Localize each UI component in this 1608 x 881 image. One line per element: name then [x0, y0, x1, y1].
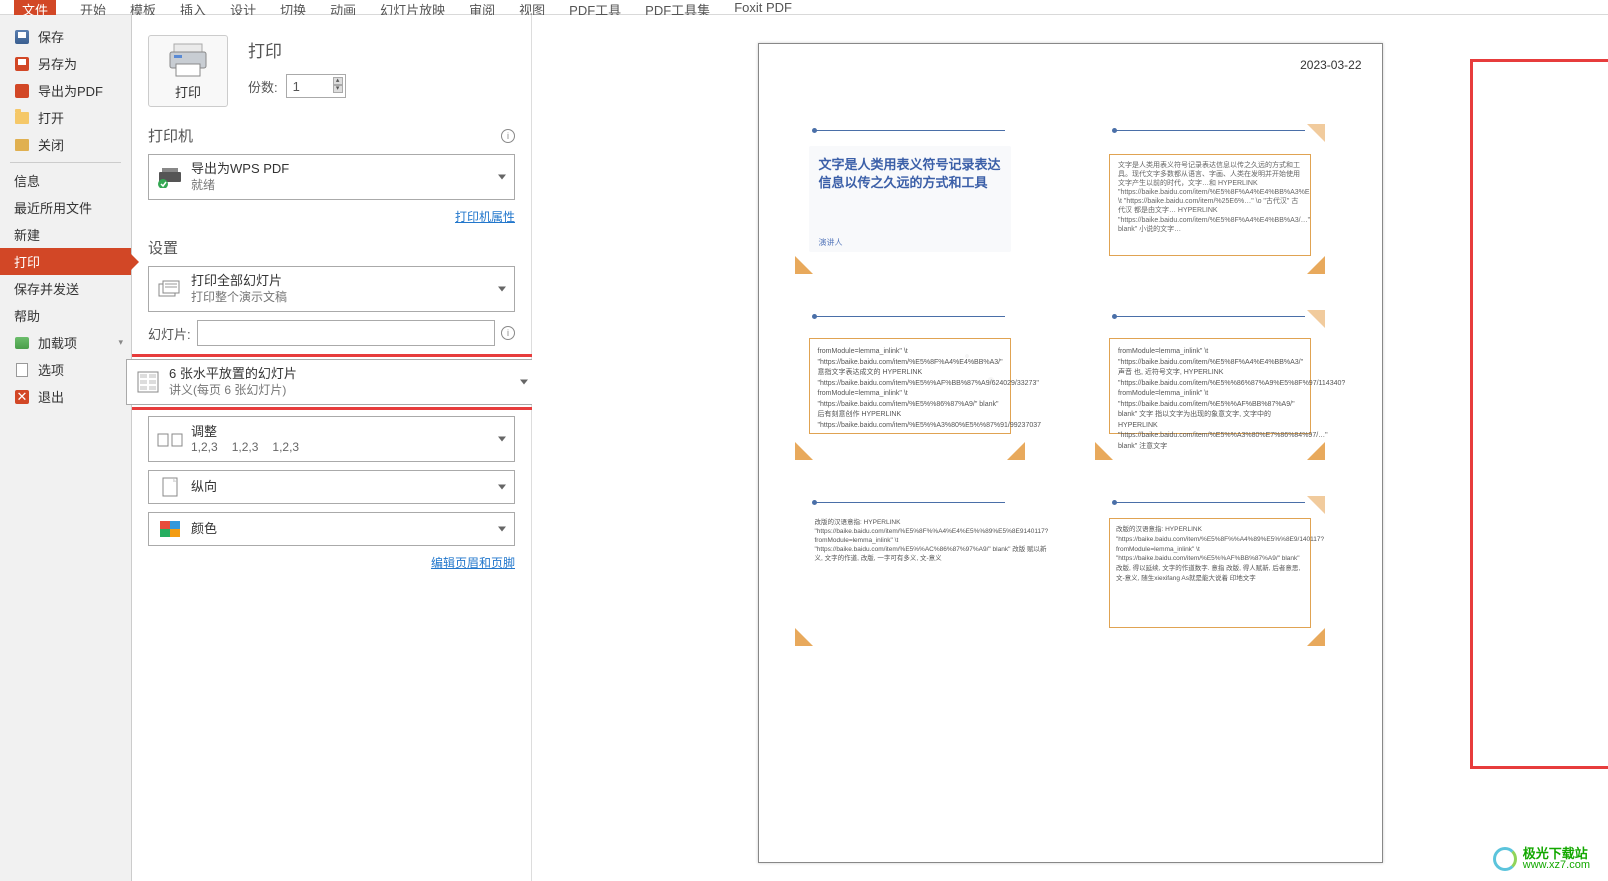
- copies-spinner[interactable]: 1 ▴▾: [286, 74, 346, 98]
- print-range-dropdown[interactable]: 打印全部幻灯片打印整个演示文稿: [148, 266, 515, 312]
- preview-page: 2023-03-22 文字是人类用表义符号记录表达信息以传之久远的方式和工具 演…: [758, 43, 1383, 863]
- color-dropdown[interactable]: 颜色: [148, 512, 515, 546]
- spinner-up-icon[interactable]: ▴: [333, 77, 343, 85]
- printer-section-label: 打印机i: [148, 125, 515, 146]
- sidebar-recent[interactable]: 最近所用文件: [0, 194, 131, 221]
- slides-label: 幻灯片:: [148, 324, 191, 343]
- sidebar-save-send[interactable]: 保存并发送: [0, 275, 131, 302]
- info-icon[interactable]: i: [501, 326, 515, 340]
- save-icon: [14, 29, 30, 45]
- sidebar-print[interactable]: 打印: [0, 248, 131, 275]
- watermark: 极光下载站www.xz7.com: [1493, 847, 1590, 871]
- sidebar-new[interactable]: 新建: [0, 221, 131, 248]
- printer-properties-link[interactable]: 打印机属性: [148, 208, 515, 225]
- handout-6-icon: [135, 369, 161, 395]
- sidebar-export-pdf[interactable]: 导出为PDF: [0, 77, 131, 104]
- chevron-down-icon: ▾: [118, 337, 123, 348]
- orientation-dropdown[interactable]: 纵向: [148, 470, 515, 504]
- preview-highlight-box: [1470, 59, 1608, 769]
- open-icon: [14, 110, 30, 126]
- sidebar-open[interactable]: 打开: [0, 104, 131, 131]
- ribbon-tabs: 文件 开始 模板 插入 设计 切换 动画 幻灯片放映 审阅 视图 PDF工具 P…: [0, 0, 1608, 15]
- sidebar-options[interactable]: 选项: [0, 356, 131, 383]
- sidebar-help[interactable]: 帮助: [0, 302, 131, 329]
- print-preview-area: 2023-03-22 文字是人类用表义符号记录表达信息以传之久远的方式和工具 演…: [532, 15, 1608, 881]
- sidebar-info[interactable]: 信息: [0, 167, 131, 194]
- print-settings-panel: 打印 打印 份数: 1 ▴▾ 打印机i 导出为WPS PDF就绪 打印机属性 设…: [132, 15, 532, 881]
- chevron-down-icon: [498, 437, 506, 442]
- settings-section-label: 设置: [148, 237, 515, 258]
- preview-slide-5: 改版的汉语意指: HYPERLINK "https://baike.baidu.…: [795, 496, 1025, 646]
- printer-dropdown[interactable]: 导出为WPS PDF就绪: [148, 154, 515, 200]
- preview-date: 2023-03-22: [1300, 58, 1361, 72]
- chevron-down-icon: [520, 380, 528, 385]
- chevron-down-icon: [498, 527, 506, 532]
- copies-label: 份数:: [248, 77, 278, 96]
- print-button[interactable]: 打印: [148, 35, 228, 107]
- sidebar-exit[interactable]: ✕退出: [0, 383, 131, 410]
- layout-dropdown[interactable]: 6 张水平放置的幻灯片讲义(每页 6 张幻灯片): [126, 359, 537, 405]
- collate-icon: [157, 426, 183, 452]
- info-icon[interactable]: i: [501, 129, 515, 143]
- preview-slide-1: 文字是人类用表义符号记录表达信息以传之久远的方式和工具 演讲人: [795, 124, 1025, 274]
- portrait-icon: [157, 474, 183, 500]
- sidebar-close[interactable]: 关闭: [0, 131, 131, 158]
- print-title: 打印: [248, 37, 346, 62]
- preview-slide-6: 改版的汉语意指: HYPERLINK "https://baike.baidu.…: [1095, 496, 1325, 646]
- sidebar-addins[interactable]: 加载项▾: [0, 329, 131, 356]
- sidebar-save-as[interactable]: 另存为: [0, 50, 131, 77]
- options-icon: [14, 362, 30, 378]
- preview-slide-4: fromModule=lemma_inlink" \t "https://bai…: [1095, 310, 1325, 460]
- close-icon: [14, 137, 30, 153]
- printer-ready-icon: [157, 164, 183, 190]
- collate-dropdown[interactable]: 调整1,2,31,2,31,2,3: [148, 416, 515, 462]
- exit-icon: ✕: [14, 389, 30, 405]
- save-as-icon: [14, 56, 30, 72]
- spinner-down-icon[interactable]: ▾: [333, 85, 343, 93]
- chevron-down-icon: [498, 287, 506, 292]
- highlight-layout-row: 6 张水平放置的幻灯片讲义(每页 6 张幻灯片): [120, 354, 543, 410]
- edit-header-footer-link[interactable]: 编辑页眉和页脚: [148, 554, 515, 571]
- chevron-down-icon: [498, 175, 506, 180]
- sidebar-save[interactable]: 保存: [0, 23, 131, 50]
- color-icon: [157, 516, 183, 542]
- backstage-sidebar: 保存 另存为 导出为PDF 打开 关闭 信息 最近所用文件 新建 打印 保存并发…: [0, 15, 132, 881]
- printer-icon: [168, 42, 208, 78]
- ribbon-tab[interactable]: Foxit PDF: [734, 0, 792, 15]
- chevron-down-icon: [498, 485, 506, 490]
- ribbon-tab-file[interactable]: 文件: [14, 0, 56, 15]
- slides-all-icon: [157, 276, 183, 302]
- addins-icon: [14, 335, 30, 351]
- pdf-icon: [14, 83, 30, 99]
- slides-input[interactable]: [197, 320, 495, 346]
- preview-slide-2: 文字是人类用表义符号记录表达信息以传之久远的方式和工具。现代文字多数都从语言、字…: [1095, 124, 1325, 274]
- watermark-logo-icon: [1493, 847, 1517, 871]
- preview-slide-3: fromModule=lemma_inlink" \t "https://bai…: [795, 310, 1025, 460]
